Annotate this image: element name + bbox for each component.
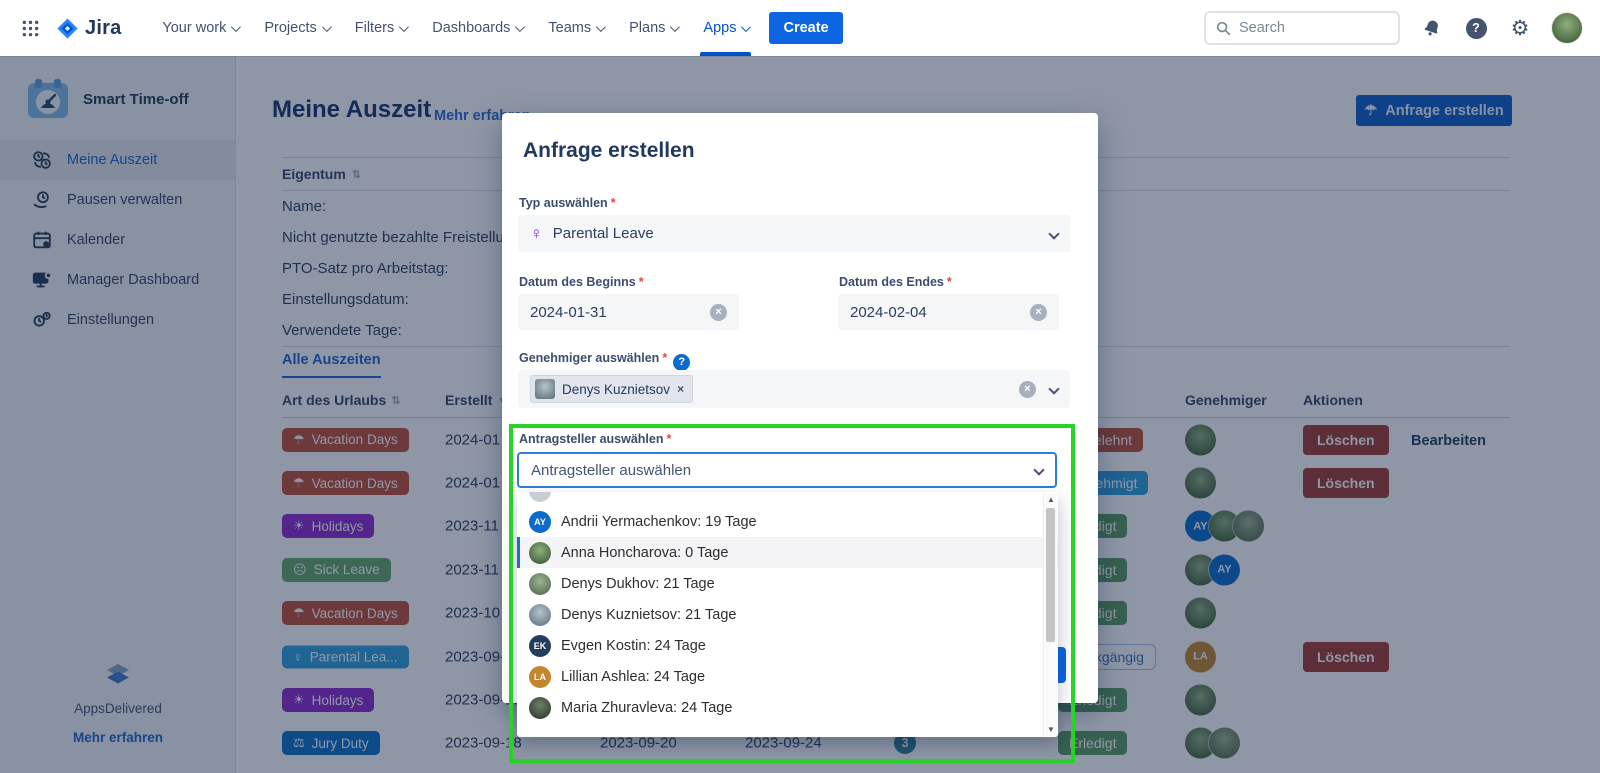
dropdown-option[interactable]: Maria Zhuravleva: 24 Tage: [517, 692, 1058, 723]
jira-logo[interactable]: Jira: [56, 17, 121, 40]
top-navigation: Jira Your work Projects Filters Dashboar…: [0, 0, 1600, 56]
start-date-label: Datum des Beginns*: [519, 275, 644, 289]
chevron-down-icon: [231, 22, 241, 32]
nav-apps[interactable]: Apps: [690, 0, 761, 56]
requester-label: Antragsteller auswählen*: [519, 432, 671, 446]
nav-dashboards[interactable]: Dashboards: [419, 0, 535, 56]
approver-chip: Denys Kuznietsov ×: [530, 375, 693, 403]
dropdown-option[interactable]: EK Evgen Kostin: 24 Tage: [517, 630, 1058, 661]
settings-gear-icon[interactable]: ⚙: [1508, 16, 1532, 40]
app-switcher-grid-icon[interactable]: [18, 16, 42, 40]
approver-select[interactable]: Denys Kuznietsov × ×: [518, 370, 1070, 408]
dropdown-option[interactable]: [517, 492, 1058, 506]
approver-label: Genehmiger auswählen*?: [519, 351, 690, 371]
chevron-down-icon: [596, 22, 606, 32]
avatar: [535, 379, 555, 399]
avatar: [529, 604, 551, 626]
scroll-up-icon[interactable]: ▲: [1044, 493, 1058, 506]
avatar-initials: AY: [529, 511, 551, 533]
nav-teams[interactable]: Teams: [535, 0, 616, 56]
notifications-bell-icon[interactable]: [1420, 16, 1444, 40]
user-avatar[interactable]: [1552, 13, 1582, 43]
required-mark: *: [947, 275, 952, 289]
chevron-down-icon: [670, 22, 680, 32]
chevron-down-icon: [399, 22, 409, 32]
avatar-initials: EK: [529, 635, 551, 657]
help-icon[interactable]: ?: [1464, 16, 1488, 40]
type-select[interactable]: ♀ Parental Leave: [518, 215, 1070, 252]
dropdown-option[interactable]: Denys Dukhov: 21 Tage: [517, 568, 1058, 599]
chevron-down-icon: [515, 22, 525, 32]
avatar: [529, 697, 551, 719]
requester-placeholder: Antragsteller auswählen: [531, 462, 691, 479]
help-icon[interactable]: ?: [673, 354, 690, 371]
chevron-down-icon: [322, 22, 332, 32]
nav-plans[interactable]: Plans: [616, 0, 690, 56]
required-mark: *: [667, 432, 672, 446]
dropdown-scrollbar[interactable]: ▲ ▼: [1043, 493, 1057, 736]
pregnant-icon: ♀: [530, 224, 543, 244]
create-button[interactable]: Create: [769, 12, 842, 44]
requester-dropdown: AY Andrii Yermachenkov: 19 Tage Anna Hon…: [517, 492, 1058, 737]
global-search[interactable]: [1204, 11, 1400, 45]
chevron-down-icon: [1048, 228, 1059, 239]
required-mark: *: [611, 196, 616, 210]
nav-your-work[interactable]: Your work: [149, 0, 251, 56]
modal-title: Anfrage erstellen: [523, 139, 695, 163]
dropdown-option-selected[interactable]: Anna Honcharova: 0 Tage: [517, 537, 1058, 568]
start-date-input[interactable]: 2024-01-31 ×: [518, 294, 739, 330]
avatar-initials: LA: [529, 666, 551, 688]
clear-icon[interactable]: ×: [1030, 304, 1047, 321]
scrollbar-thumb[interactable]: [1046, 508, 1055, 642]
nav-filters[interactable]: Filters: [342, 0, 419, 56]
chevron-down-icon: [1033, 464, 1044, 475]
chevron-down-icon: [741, 22, 751, 32]
end-date-input[interactable]: 2024-02-04 ×: [838, 294, 1059, 330]
dropdown-option[interactable]: Denys Kuznietsov: 21 Tage: [517, 599, 1058, 630]
required-mark: *: [662, 351, 667, 365]
scroll-down-icon[interactable]: ▼: [1044, 723, 1058, 736]
nav-projects[interactable]: Projects: [251, 0, 341, 56]
chip-remove-icon[interactable]: ×: [677, 382, 684, 396]
dropdown-option[interactable]: LA Lillian Ashlea: 24 Tage: [517, 661, 1058, 692]
clear-icon[interactable]: ×: [1019, 381, 1036, 398]
jira-logo-text: Jira: [85, 17, 121, 40]
dropdown-option[interactable]: AY Andrii Yermachenkov: 19 Tage: [517, 506, 1058, 537]
type-label: Typ auswählen*: [519, 196, 616, 210]
jira-logo-icon: [56, 17, 79, 40]
avatar: [529, 542, 551, 564]
avatar: [529, 573, 551, 595]
required-mark: *: [639, 275, 644, 289]
end-date-label: Datum des Endes*: [839, 275, 952, 289]
avatar: [529, 492, 551, 502]
search-icon: [1216, 21, 1231, 36]
requester-select[interactable]: Antragsteller auswählen: [517, 452, 1057, 488]
clear-icon[interactable]: ×: [710, 304, 727, 321]
chevron-down-icon: [1048, 383, 1059, 394]
search-input[interactable]: [1239, 20, 1369, 36]
main-menu: Your work Projects Filters Dashboards Te…: [149, 0, 842, 56]
